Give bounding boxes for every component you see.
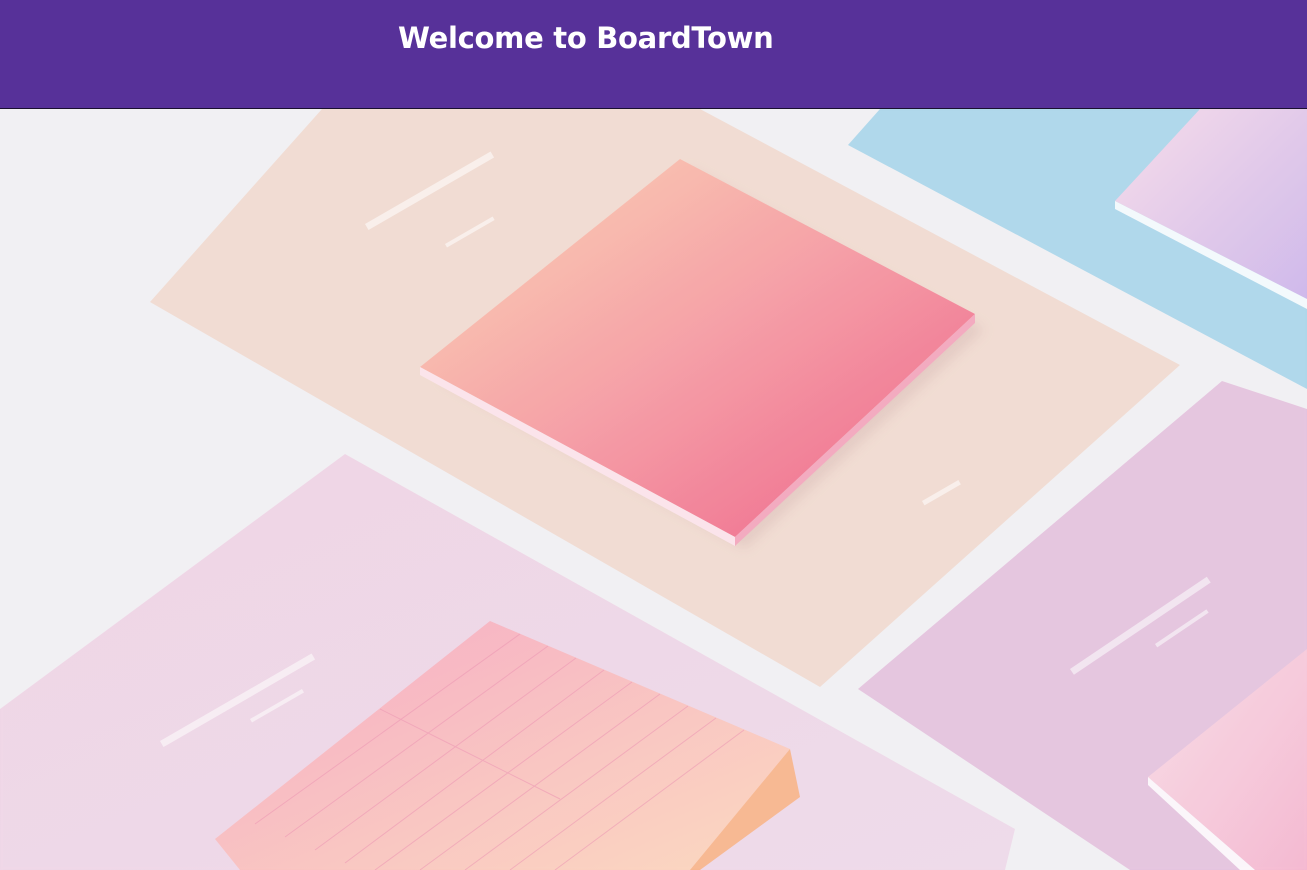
- hero-image: [0, 109, 1307, 870]
- hero-illustration: [0, 109, 1307, 870]
- page-title: Welcome to BoardTown: [398, 21, 774, 55]
- site-header: Welcome to BoardTown: [0, 0, 1307, 109]
